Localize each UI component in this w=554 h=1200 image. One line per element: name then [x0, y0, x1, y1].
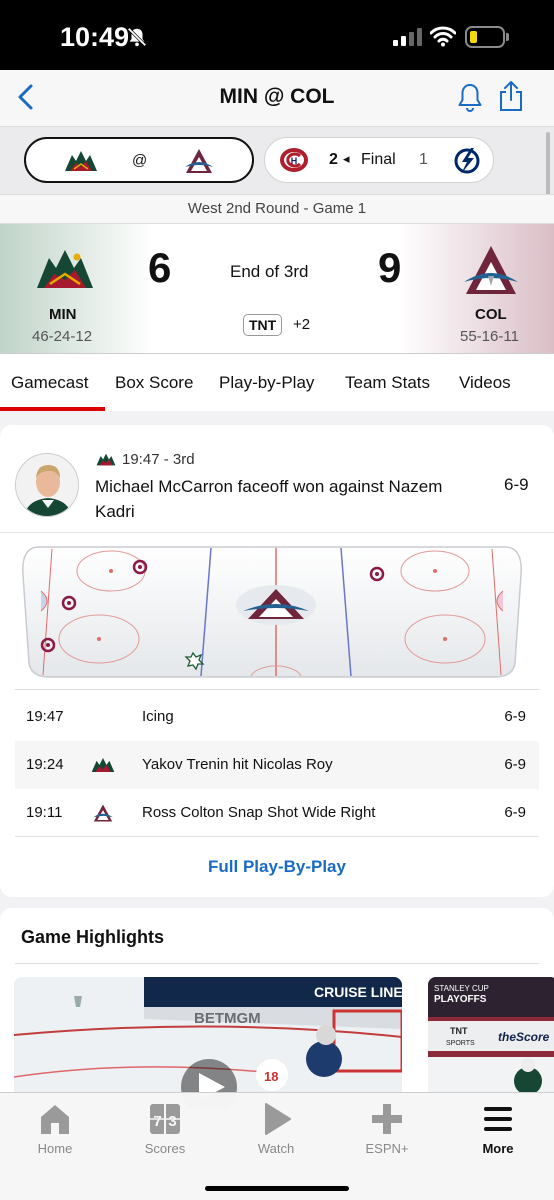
tv-network-badge[interactable]: TNT: [243, 314, 283, 336]
play-score: 6-9: [504, 475, 529, 494]
home-team-score: 6: [148, 244, 172, 291]
active-tab-indicator: [0, 407, 105, 411]
notification-bell-icon[interactable]: [456, 82, 484, 112]
wild-logo-icon: [96, 453, 116, 466]
pbp-description: Yakov Trenin hit Nicolas Roy: [142, 756, 333, 773]
highlight-video-thumbnail[interactable]: STANLEY CUP PLAYOFFS TNT SPORTS theScore: [428, 977, 554, 1108]
highlight-video-thumbnail[interactable]: CRUISE LINE BETMGM 18: [14, 977, 402, 1108]
svg-text:3: 3: [168, 1113, 176, 1130]
svg-text:SPORTS: SPORTS: [446, 1040, 475, 1047]
center-ice-logo: [236, 585, 316, 625]
svg-text:H: H: [291, 156, 298, 166]
avalanche-team-logo-icon[interactable]: [460, 242, 522, 298]
game-period-status: End of 3rd: [230, 262, 309, 281]
bottom-tab-bar: Home 7 3 Scores Watch ESPN+ More: [0, 1092, 554, 1200]
away-team-score: 9: [378, 244, 402, 291]
play-timestamp: 19:47 - 3rd: [122, 451, 195, 468]
battery-icon: [465, 26, 505, 48]
pbp-row[interactable]: 19:11 Ross Colton Snap Shot Wide Right 6…: [15, 789, 539, 837]
at-separator: @: [132, 152, 148, 169]
play-description: Michael McCarron faceoff won against Naz…: [95, 477, 443, 521]
board-sponsor-text: BETMGM: [194, 1010, 261, 1027]
lightning-logo-icon: [454, 148, 480, 174]
menu-icon: [484, 1107, 512, 1131]
player-avatar: [15, 453, 79, 517]
game-header: MIN 46-24-12 6 End of 3rd 9 TNT +2 COL 5…: [0, 224, 554, 354]
away-team-abbr: COL: [475, 306, 507, 323]
scores-carousel: @ H 2 ◂ Final 1: [0, 126, 554, 194]
nav-bar: MIN @ COL: [0, 70, 554, 126]
play-icon: [265, 1103, 291, 1135]
full-play-by-play-link[interactable]: Full Play-By-Play: [0, 857, 554, 877]
other-game-score-right: 1: [419, 151, 428, 168]
svg-text:PLAYOFFS: PLAYOFFS: [434, 994, 487, 1005]
plus-icon: [372, 1104, 402, 1134]
avalanche-logo-icon: [93, 804, 113, 822]
tab-play-by-play[interactable]: Play-by-Play: [219, 373, 314, 393]
pbp-description: Icing: [142, 708, 174, 725]
svg-text:TNT: TNT: [450, 1026, 468, 1036]
wild-team-logo-icon[interactable]: [36, 248, 94, 290]
tab-videos[interactable]: Videos: [459, 373, 511, 393]
tab-team-stats[interactable]: Team Stats: [345, 373, 430, 393]
tab-scores[interactable]: 7 3 Scores: [120, 1101, 210, 1156]
svg-text:7: 7: [153, 1113, 161, 1130]
pbp-score: 6-9: [504, 756, 526, 773]
game-tabs: Gamecast Box Score Play-by-Play Team Sta…: [0, 354, 554, 411]
pbp-time: 19:24: [26, 756, 64, 773]
pbp-row[interactable]: 19:47 Icing 6-9: [15, 693, 539, 741]
cell-signal-icon: [393, 28, 422, 46]
game-highlights-section: Game Highlights CRUISE LINE BETMGM 18 ST…: [0, 908, 554, 1108]
status-bar: 10:49: [0, 0, 554, 70]
tab-home[interactable]: Home: [10, 1101, 100, 1156]
other-game-status: Final: [361, 151, 396, 168]
pbp-score: 6-9: [504, 708, 526, 725]
home-team-abbr: MIN: [49, 306, 77, 323]
svg-text:STANLEY CUP: STANLEY CUP: [434, 984, 489, 993]
wifi-icon: [430, 26, 456, 47]
winner-indicator: ◂: [343, 151, 350, 166]
tab-box-score[interactable]: Box Score: [115, 373, 193, 393]
section-title: Game Highlights: [21, 927, 165, 947]
away-team-record: 55-16-11: [460, 328, 519, 345]
more-networks[interactable]: +2: [293, 316, 310, 333]
home-icon: [41, 1105, 69, 1134]
pbp-row[interactable]: 19:24 Yakov Trenin hit Nicolas Roy 6-9: [15, 741, 539, 789]
home-team-record: 46-24-12: [32, 328, 93, 345]
wild-logo-icon: [65, 151, 97, 171]
tab-more[interactable]: More: [453, 1101, 543, 1156]
other-game-score-left: 2: [329, 151, 338, 168]
tab-watch[interactable]: Watch: [231, 1101, 321, 1156]
svg-text:theScore: theScore: [498, 1030, 550, 1044]
gamecast-card: 19:47 - 3rd Michael McCarron faceoff won…: [0, 425, 554, 897]
pbp-description: Ross Colton Snap Shot Wide Right: [142, 804, 376, 821]
current-game-chip[interactable]: @: [24, 137, 254, 183]
pbp-time: 19:11: [26, 804, 63, 821]
avalanche-logo-icon: [185, 149, 213, 173]
share-icon[interactable]: [498, 80, 524, 112]
bell-off-icon: [127, 27, 147, 47]
home-indicator: [205, 1186, 349, 1191]
status-time: 10:49: [60, 22, 130, 52]
pbp-time: 19:47: [26, 708, 64, 725]
hockey-rink-diagram: [22, 546, 522, 678]
wild-logo-icon: [91, 757, 115, 773]
ad-board-text: CRUISE LINE: [314, 984, 402, 1000]
other-game-chip[interactable]: H 2 ◂ Final 1: [264, 137, 494, 183]
pbp-score: 6-9: [504, 804, 526, 821]
canadiens-logo-icon: H: [280, 148, 308, 172]
tab-espn-plus[interactable]: ESPN+: [342, 1101, 432, 1156]
tab-gamecast[interactable]: Gamecast: [11, 373, 88, 393]
scores-icon: 7 3: [150, 1104, 180, 1134]
series-round-label: West 2nd Round - Game 1: [0, 194, 554, 224]
svg-text:18: 18: [264, 1069, 278, 1084]
